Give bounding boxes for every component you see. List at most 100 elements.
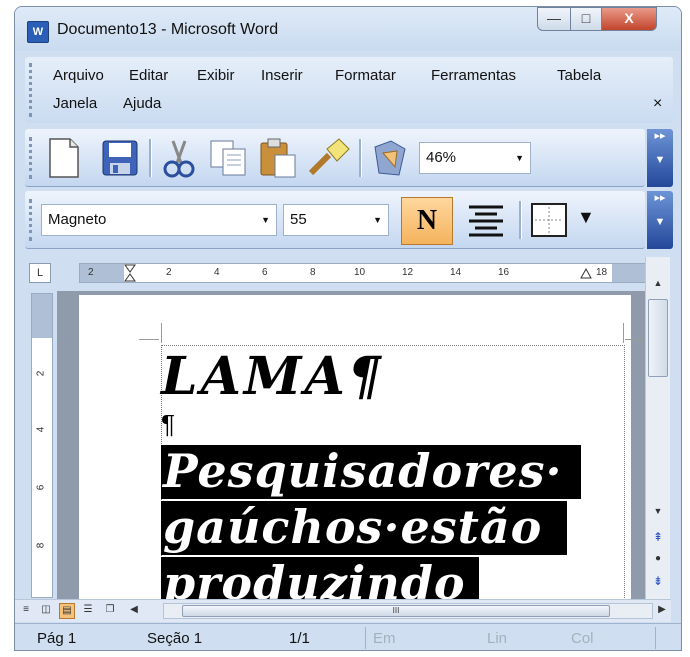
view-and-hscroll-bar: ≡ ◫ ▤ ☰ ❐ ◀ III ▶ bbox=[15, 599, 671, 622]
crop-mark bbox=[139, 339, 159, 340]
chevron-down-icon[interactable]: ▼ bbox=[261, 205, 270, 235]
scrollbar-thumb[interactable] bbox=[648, 299, 668, 377]
ruler-bar: L 2 2 4 6 8 10 12 14 16 18 bbox=[15, 255, 649, 291]
vruler-label: 2 bbox=[35, 370, 47, 377]
cut-icon[interactable] bbox=[161, 137, 197, 179]
toolbar-options-chevron[interactable]: ▸▸ ▼ bbox=[647, 129, 673, 187]
ruler-label: 16 bbox=[498, 267, 510, 278]
first-line-indent-marker[interactable] bbox=[124, 264, 136, 282]
pilcrow-mark[interactable]: ¶ bbox=[161, 409, 175, 440]
vruler-label: 4 bbox=[35, 426, 47, 433]
maximize-button[interactable]: □ bbox=[570, 7, 602, 31]
close-document-icon[interactable]: × bbox=[653, 95, 662, 113]
scroll-left-button[interactable]: ◀ bbox=[127, 603, 141, 617]
title-bar: W Documento13 - Microsoft Word — □ X bbox=[15, 7, 681, 51]
status-separator bbox=[655, 627, 656, 649]
menu-arquivo[interactable]: Arquivo bbox=[53, 67, 104, 84]
save-icon[interactable] bbox=[101, 139, 139, 177]
print-layout-view-icon[interactable]: ▤ bbox=[59, 603, 75, 619]
horizontal-scrollbar[interactable]: III bbox=[163, 603, 653, 619]
web-layout-view-icon[interactable]: ◫ bbox=[39, 603, 53, 617]
doc-line-selected[interactable]: gaúchos·estão bbox=[161, 501, 567, 555]
outline-view-icon[interactable]: ☰ bbox=[81, 603, 95, 617]
menu-inserir[interactable]: Inserir bbox=[261, 67, 303, 84]
previous-page-button[interactable]: ⇞ bbox=[648, 527, 668, 547]
horizontal-ruler[interactable]: 2 2 4 6 8 10 12 14 16 18 bbox=[79, 263, 649, 283]
vertical-scrollbar[interactable]: ▲ ▼ ⇞ ● ⇟ bbox=[645, 257, 670, 599]
crop-mark bbox=[625, 339, 645, 340]
ruler-label: 18 bbox=[596, 267, 608, 278]
menu-editar[interactable]: Editar bbox=[129, 67, 168, 84]
ruler-label: 4 bbox=[214, 267, 220, 278]
hscroll-thumb[interactable]: III bbox=[182, 605, 610, 617]
minimize-button[interactable]: — bbox=[537, 7, 571, 31]
borders-dropdown-icon[interactable]: ▼ bbox=[577, 207, 595, 228]
zoom-value: 46% bbox=[426, 149, 457, 166]
menu-exibir[interactable]: Exibir bbox=[197, 67, 235, 84]
status-col: Col bbox=[571, 630, 594, 647]
font-size: 55 bbox=[290, 211, 307, 228]
menu-ferramentas[interactable]: Ferramentas bbox=[431, 67, 516, 84]
ruler-label: 2 bbox=[166, 267, 172, 278]
toolbar-separator bbox=[149, 139, 152, 177]
word-app-icon[interactable]: W bbox=[27, 21, 49, 43]
select-browse-object-button[interactable]: ● bbox=[648, 549, 668, 569]
toolbar-grip[interactable] bbox=[29, 199, 35, 241]
ruler-margin bbox=[32, 294, 52, 338]
close-button[interactable]: X bbox=[601, 7, 657, 31]
menu-janela[interactable]: Janela bbox=[53, 95, 97, 112]
borders-icon[interactable] bbox=[529, 201, 569, 239]
standard-toolbar: 46% ▼ bbox=[25, 129, 645, 187]
menu-grip[interactable] bbox=[29, 63, 35, 117]
ruler-label: 6 bbox=[262, 267, 268, 278]
document-area[interactable]: LAMA¶ ¶ Pesquisadores· gaúchos·estão pro… bbox=[57, 291, 645, 599]
scroll-right-button[interactable]: ▶ bbox=[655, 603, 669, 617]
scroll-down-button[interactable]: ▼ bbox=[648, 501, 668, 521]
font-combo[interactable]: Magneto ▼ bbox=[41, 204, 277, 236]
menu-formatar[interactable]: Formatar bbox=[335, 67, 396, 84]
toolbar-separator bbox=[519, 201, 522, 239]
format-painter-icon[interactable] bbox=[307, 137, 351, 179]
status-page: Pág 1 bbox=[37, 630, 77, 647]
ruler-label: 12 bbox=[402, 267, 414, 278]
doc-line-title[interactable]: LAMA¶ bbox=[161, 347, 384, 407]
menu-bar: Arquivo Editar Exibir Inserir Formatar F… bbox=[25, 57, 673, 123]
paste-icon[interactable] bbox=[259, 137, 299, 179]
ruler-label: 8 bbox=[310, 267, 316, 278]
vruler-label: 8 bbox=[35, 542, 47, 549]
normal-view-icon[interactable]: ≡ bbox=[19, 603, 33, 617]
toolbar-separator bbox=[359, 139, 362, 177]
zoom-combo[interactable]: 46% ▼ bbox=[419, 142, 531, 174]
chevron-down-icon[interactable]: ▼ bbox=[373, 205, 382, 235]
new-document-icon[interactable] bbox=[47, 137, 81, 179]
status-pages: 1/1 bbox=[289, 630, 310, 647]
ruler-margin bbox=[612, 264, 648, 282]
right-indent-marker[interactable] bbox=[580, 268, 592, 282]
status-lin: Lin bbox=[487, 630, 508, 647]
vertical-ruler[interactable]: 2 4 6 8 bbox=[31, 293, 53, 598]
page[interactable]: LAMA¶ ¶ Pesquisadores· gaúchos·estão pro… bbox=[79, 295, 645, 599]
word-window: W Documento13 - Microsoft Word — □ X Arq… bbox=[14, 6, 682, 651]
font-size-combo[interactable]: 55 ▼ bbox=[283, 204, 389, 236]
next-page-button[interactable]: ⇟ bbox=[648, 571, 668, 591]
status-bar: Pág 1 Seção 1 1/1 Em Lin Col bbox=[15, 623, 681, 650]
ruler-margin bbox=[80, 264, 124, 282]
doc-line-selected[interactable]: Pesquisadores· bbox=[161, 445, 581, 499]
bold-button[interactable]: N bbox=[401, 197, 453, 245]
drawing-icon[interactable] bbox=[369, 137, 411, 179]
reading-layout-view-icon[interactable]: ❐ bbox=[103, 603, 117, 617]
toolbar-grip[interactable] bbox=[29, 137, 35, 179]
toolbar-options-chevron[interactable]: ▸▸ ▼ bbox=[647, 191, 673, 249]
tab-selector[interactable]: L bbox=[29, 263, 51, 283]
chevron-down-icon[interactable]: ▼ bbox=[515, 143, 524, 173]
menu-ajuda[interactable]: Ajuda bbox=[123, 95, 161, 112]
formatting-toolbar: Magneto ▼ 55 ▼ N ▼ bbox=[25, 191, 645, 249]
status-section: Seção 1 bbox=[147, 630, 203, 647]
copy-icon[interactable] bbox=[209, 139, 249, 177]
scroll-up-button[interactable]: ▲ bbox=[648, 273, 668, 293]
menu-tabela[interactable]: Tabela bbox=[557, 67, 601, 84]
align-center-icon[interactable] bbox=[465, 203, 507, 237]
vruler-label: 6 bbox=[35, 484, 47, 491]
doc-line-selected[interactable]: produzindo bbox=[161, 557, 479, 599]
status-em: Em bbox=[373, 630, 396, 647]
